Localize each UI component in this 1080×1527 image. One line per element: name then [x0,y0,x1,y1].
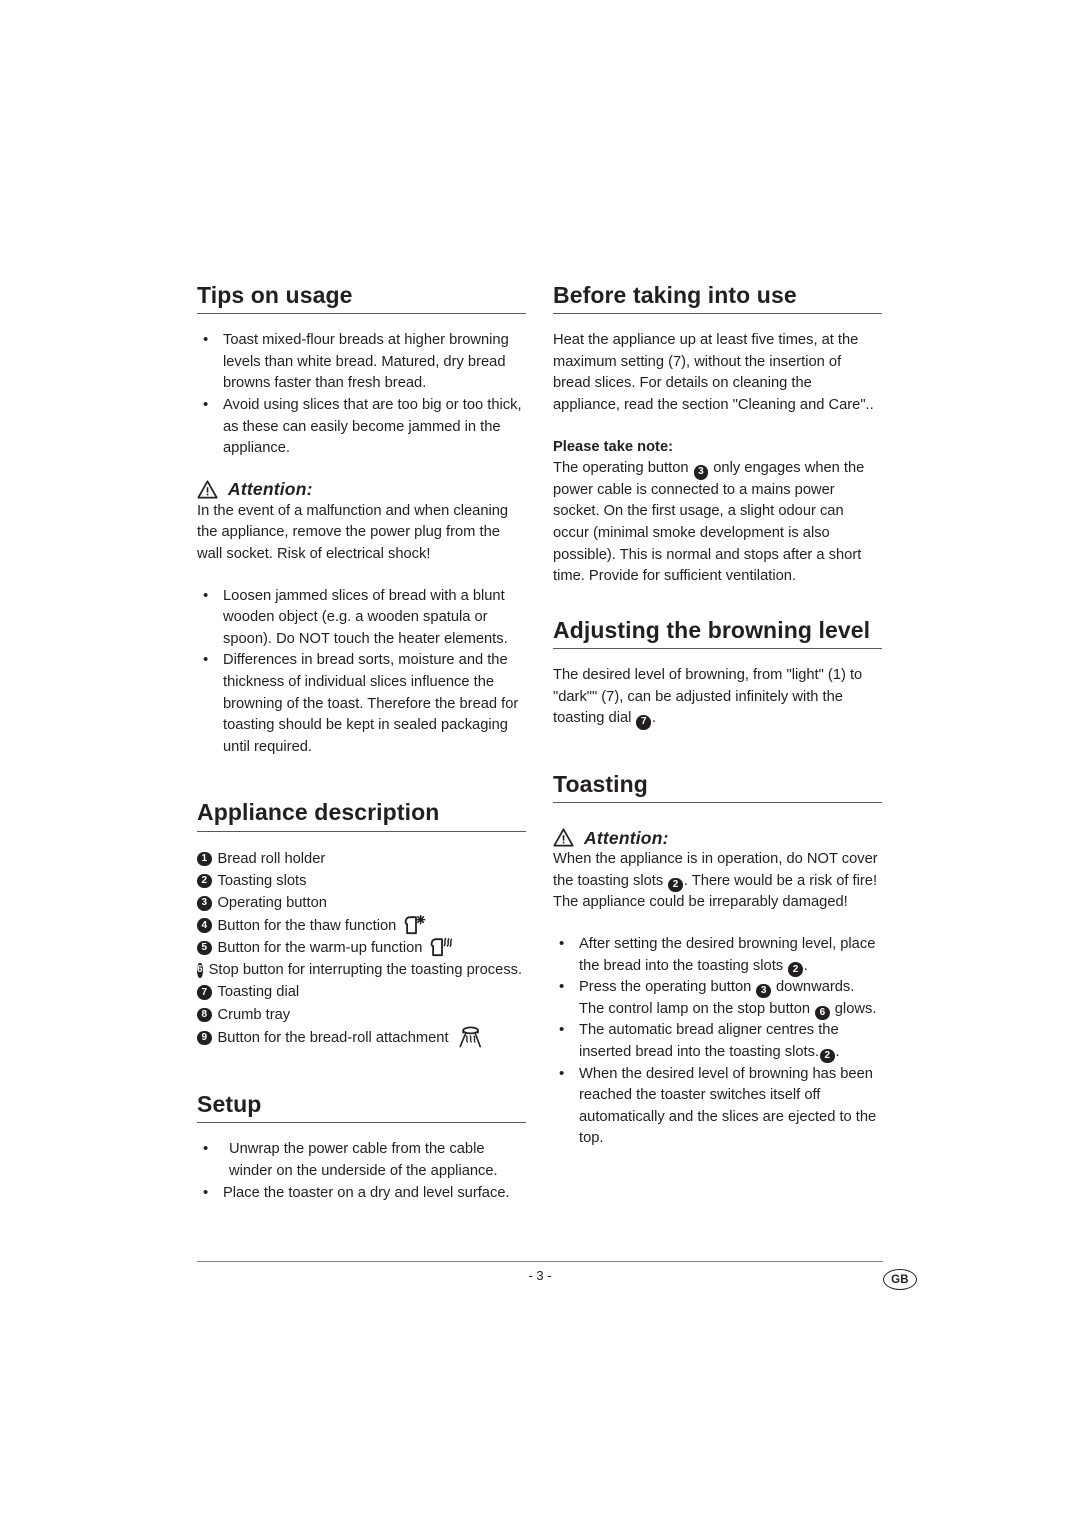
list-item: When the desired level of browning has b… [553,1063,882,1150]
toasting-slots-badge: 2 [820,1048,835,1064]
bullet-text-part-2: . [803,957,808,974]
appliance-description-list: 1 Bread roll holder 2 Toasting slots 3 O… [197,848,526,1050]
heading-tips-on-usage: Tips on usage [197,282,526,315]
warning-triangle-icon [197,480,218,499]
list-item: Unwrap the power cable from the cable wi… [197,1138,526,1182]
right-column: Before taking into use Heat the applianc… [553,282,882,1150]
heading-toasting: Toasting [553,771,882,804]
item-label: Bread roll holder [217,850,326,867]
browning-text-part-2: . [651,710,657,727]
attention-block-toasting: Attention: [553,828,882,847]
list-item: Loosen jammed slices of bread with a blu… [197,585,526,651]
list-item: The automatic bread aligner centres the … [553,1019,882,1064]
bullet-text-part-3: glows. [834,1000,877,1017]
list-item: 6 Stop button for interrupting the toast… [197,959,526,981]
stop-button-badge: 6 [815,1005,830,1021]
toasting-dial-badge: 7 [636,715,651,730]
list-item: 3 Operating button [197,892,526,914]
list-item: Toast mixed-flour breads at higher brown… [197,329,526,395]
bullet-text-part-2: . [835,1043,840,1060]
toasting-slots-badge: 2 [788,962,803,977]
tips-bullet-list: Toast mixed-flour breads at higher brown… [197,329,526,460]
attention-block-tips: Attention: [197,480,526,499]
manual-page: Tips on usage Toast mixed-flour breads a… [0,0,1080,1527]
list-item: Avoid using slices that are too big or t… [197,394,526,460]
page-number: - 3 - [528,1268,552,1283]
attention-label: Attention: [228,479,313,500]
please-take-note-label: Please take note: [553,438,674,455]
bread-slice-heatwave-icon [431,937,453,957]
bullet-text-part-1: Press the operating button [579,979,752,996]
attention-label: Attention: [584,827,669,848]
item-number-badge: 7 [197,985,212,1000]
list-item: Press the operating button 3 downwards. … [553,976,882,1021]
item-number-badge: 2 [197,873,212,889]
operating-button-badge: 3 [756,983,771,999]
item-number-badge: 8 [197,1007,212,1023]
please-take-note-text: The operating button 3 only engages when… [553,458,882,588]
note-text-part-1: The operating button [553,460,689,477]
toasting-slots-badge: 2 [668,877,683,893]
bullet-text-part-1: After setting the desired browning level… [579,935,876,974]
language-badge: GB [883,1269,917,1290]
list-item: 5 Button for the warm-up function [197,937,526,959]
item-label: Operating button [217,895,327,912]
browning-text-part-1: The desired level of browning, from "lig… [553,667,863,727]
tips-bullet-list-after: Loosen jammed slices of bread with a blu… [197,585,526,759]
footer-divider [197,1261,883,1262]
note-text-part-2: only engages when the power cable is con… [553,460,865,585]
item-label: Crumb tray [217,1006,291,1023]
bread-slice-snowflake-icon [405,914,426,934]
item-label: Button for the warm-up function [217,939,423,956]
item-label: Button for the bread-roll attachment [217,1029,449,1046]
list-item: 9 Button for the bread-roll attachment [197,1026,526,1050]
item-number-badge: 1 [197,851,212,867]
left-column: Tips on usage Toast mixed-flour breads a… [197,282,526,1205]
attention-text-toasting: When the appliance is in operation, do N… [553,849,882,914]
heading-adjusting-browning-level: Adjusting the browning level [553,617,882,650]
list-item: 4 Button for the thaw function [197,914,526,937]
item-label: Toasting slots [217,872,307,889]
item-number-badge: 5 [197,940,212,956]
heading-setup: Setup [197,1091,526,1124]
warning-triangle-icon [553,828,574,847]
bread-roll-rack-icon [458,1026,481,1048]
browning-paragraph: The desired level of browning, from "lig… [553,665,882,730]
bullet-text-part-1: The automatic bread aligner centres the … [579,1022,839,1060]
list-item: 1 Bread roll holder [197,848,526,870]
list-item: Place the toaster on a dry and level sur… [197,1182,526,1205]
setup-bullet-list: Unwrap the power cable from the cable wi… [197,1138,526,1205]
before-use-paragraph: Heat the appliance up at least five time… [553,332,874,414]
attention-text-tips: In the event of a malfunction and when c… [197,502,509,563]
item-number-badge: 4 [197,918,212,933]
operating-button-badge: 3 [693,465,709,480]
item-label: Button for the thaw function [217,917,397,934]
list-item: 2 Toasting slots [197,870,526,892]
item-number-badge: 9 [197,1030,212,1046]
heading-before-taking-into-use: Before taking into use [553,282,882,315]
list-item: 8 Crumb tray [197,1004,526,1026]
list-item: Differences in bread sorts, moisture and… [197,649,526,758]
list-item: 7 Toasting dial [197,981,526,1003]
heading-appliance-description: Appliance description [197,800,526,832]
toasting-bullet-list: After setting the desired browning level… [553,933,882,1150]
item-label: Stop button for interrupting the toastin… [208,962,523,979]
bullet-text-part-1: When the desired level of browning has b… [579,1065,877,1147]
list-item: After setting the desired browning level… [553,933,882,977]
item-number-badge: 3 [197,896,212,911]
item-number-badge: 6 [197,963,203,978]
item-label: Toasting dial [217,984,300,1001]
